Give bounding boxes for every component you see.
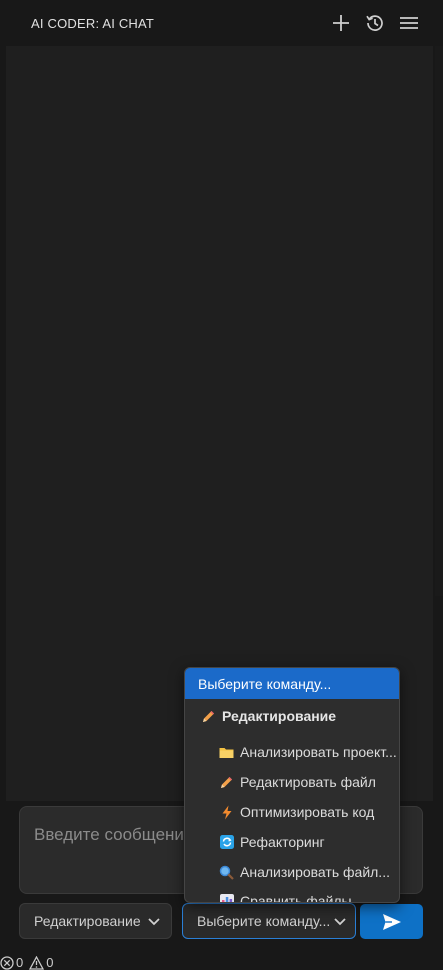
dropdown-option-label: Анализировать файл... [240,864,390,880]
dropdown-group-label: Редактирование [222,708,337,724]
pencil-icon [201,709,216,724]
warnings-indicator[interactable]: 0 [29,955,53,970]
menu-button[interactable] [399,12,419,34]
chart-icon [219,894,234,902]
plus-icon [333,15,349,31]
dropdown-option-optimize-code[interactable]: Оптимизировать код [219,801,399,823]
errors-count: 0 [16,955,24,970]
new-chat-button[interactable] [331,12,351,34]
dropdown-option-analyze-file[interactable]: Анализировать файл... [219,861,399,883]
folder-icon [219,745,234,760]
dropdown-option-label: Анализировать проект... [240,744,397,760]
chevron-down-icon [148,918,160,926]
dropdown-option-label: Редактировать файл [240,774,376,790]
status-bar: 0 0 [0,955,443,970]
dropdown-option-label: Сравнить файлы... [240,893,364,903]
dropdown-option-label: Рефакторинг [240,834,325,850]
refresh-icon [219,835,234,850]
mode-select[interactable]: Редактирование [19,903,172,939]
lightning-icon [219,805,234,820]
ai-chat-panel: AI CODER: AI CHAT Введите сообщение... Р… [0,0,443,955]
menu-icon [400,17,418,29]
dropdown-option-compare-files[interactable]: Сравнить файлы... [219,890,399,903]
header-actions [331,12,419,34]
dropdown-group-editing: Редактирование [201,706,336,726]
mode-select-value: Редактирование [34,913,141,929]
warnings-count: 0 [46,955,54,970]
command-dropdown: Выберите команду... Редактирование Анали… [184,667,400,903]
history-icon [366,15,383,31]
dropdown-option-refactor[interactable]: Рефакторинг [219,831,399,853]
send-button[interactable] [360,904,423,939]
dropdown-option-placeholder[interactable]: Выберите команду... [185,668,399,699]
error-icon [0,955,14,970]
pencil-icon [219,775,234,790]
dropdown-option-analyze-project[interactable]: Анализировать проект... [219,741,399,763]
chevron-down-icon [334,918,346,926]
command-select-value: Выберите команду... [197,913,331,929]
panel-title: AI CODER: AI CHAT [31,16,155,31]
dropdown-option-edit-file[interactable]: Редактировать файл [219,771,399,793]
history-button[interactable] [365,12,385,34]
magnifier-icon [219,865,234,880]
send-icon [382,913,401,930]
warning-icon [29,955,45,970]
panel-header: AI CODER: AI CHAT [0,0,443,46]
errors-indicator[interactable]: 0 [0,955,23,970]
scrollbar[interactable] [435,46,443,596]
command-select[interactable]: Выберите команду... [182,903,356,939]
dropdown-option-label: Оптимизировать код [240,804,375,820]
